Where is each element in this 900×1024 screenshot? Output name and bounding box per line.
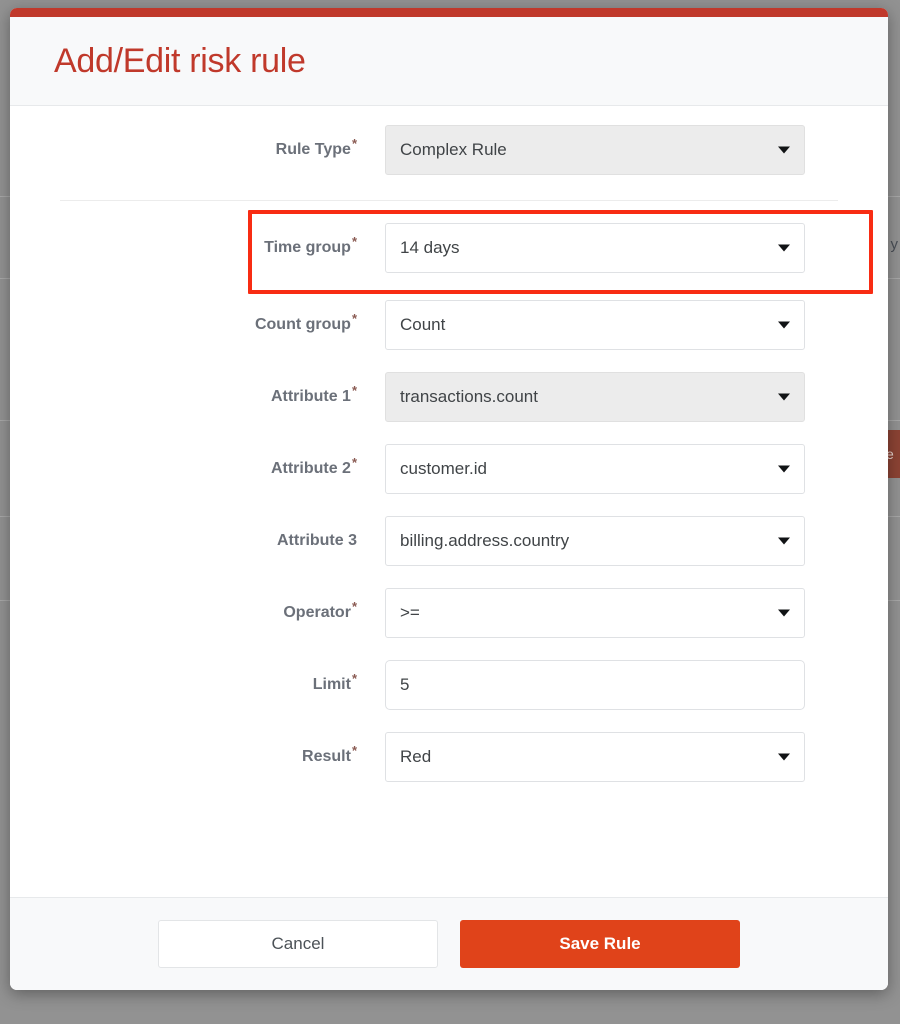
label-count-group-text: Count group [254,316,351,333]
required-marker: * [351,454,357,470]
select-attribute-1-value: transactions.count [400,387,538,406]
select-time-group[interactable]: 14 days [385,223,805,273]
limit-input[interactable]: 5 [385,660,805,710]
label-time-group: Time group* [10,235,385,257]
select-result-value: Red [400,747,432,766]
select-count-group-value: Count [400,315,446,334]
control-operator[interactable]: >= [385,588,805,638]
label-operator: Operator* [10,600,385,622]
label-attribute-1: Attribute 1* [10,384,385,406]
chevron-down-icon [778,465,790,473]
label-attribute-2-text: Attribute 2 [270,460,351,477]
form-row-attribute-3: Attribute 3 billing.address.country [10,505,888,577]
select-attribute-3[interactable]: billing.address.country [385,516,805,566]
label-time-group-text: Time group [264,239,351,256]
label-attribute-3-text: Attribute 3 [277,532,357,549]
chevron-down-icon [778,609,790,617]
chevron-down-icon [778,146,790,154]
select-count-group[interactable]: Count [385,300,805,350]
label-rule-type: Rule Type* [10,137,385,159]
control-attribute-1[interactable]: transactions.count [385,372,805,422]
select-time-group-value: 14 days [400,238,460,257]
control-result[interactable]: Red [385,732,805,782]
form-row-time-group: Time group* 14 days [10,207,888,294]
form-row-operator: Operator* >= [10,577,888,649]
required-marker: * [351,135,357,151]
chevron-down-icon [778,753,790,761]
limit-input-value: 5 [400,675,410,694]
select-attribute-1[interactable]: transactions.count [385,372,805,422]
required-marker: * [351,598,357,614]
dialog-title: Add/Edit risk rule [54,41,306,80]
label-attribute-3: Attribute 3 [10,532,385,550]
form-row-attribute-1: Attribute 1* transactions.count [10,361,888,433]
label-limit: Limit* [10,672,385,694]
form-row-rule-type: Rule Type* Complex Rule [10,106,888,194]
select-operator-value: >= [400,603,420,622]
select-rule-type[interactable]: Complex Rule [385,125,805,175]
form-row-result: Result* Red [10,721,888,793]
form-section-divider [60,200,838,201]
chevron-down-icon [778,321,790,329]
dialog-footer: Cancel Save Rule [10,897,888,990]
add-edit-risk-rule-dialog: Add/Edit risk rule Rule Type* Complex Ru… [10,8,888,990]
required-marker: * [351,382,357,398]
control-attribute-2[interactable]: customer.id [385,444,805,494]
label-rule-type-text: Rule Type [275,141,351,158]
save-rule-button[interactable]: Save Rule [460,920,740,968]
select-rule-type-value: Complex Rule [400,140,507,159]
chevron-down-icon [778,537,790,545]
select-operator[interactable]: >= [385,588,805,638]
chevron-down-icon [778,244,790,252]
label-operator-text: Operator [283,604,351,621]
required-marker: * [351,670,357,686]
form-row-count-group: Count group* Count [10,289,888,361]
dialog-accent-bar [10,8,888,17]
select-attribute-3-value: billing.address.country [400,531,570,550]
required-marker: * [351,233,357,249]
control-time-group[interactable]: 14 days [385,223,805,273]
select-attribute-2-value: customer.id [400,459,487,478]
label-attribute-2: Attribute 2* [10,456,385,478]
select-attribute-2[interactable]: customer.id [385,444,805,494]
cancel-button[interactable]: Cancel [158,920,438,968]
control-count-group[interactable]: Count [385,300,805,350]
label-attribute-1-text: Attribute 1 [270,388,351,405]
chevron-down-icon [778,393,790,401]
form-row-attribute-2: Attribute 2* customer.id [10,433,888,505]
select-result[interactable]: Red [385,732,805,782]
required-marker: * [351,310,357,326]
control-attribute-3[interactable]: billing.address.country [385,516,805,566]
label-result: Result* [10,744,385,766]
control-limit[interactable]: 5 [385,660,805,710]
label-limit-text: Limit [312,676,351,693]
form-row-limit: Limit* 5 [10,649,888,721]
label-result-text: Result [302,748,351,765]
label-count-group: Count group* [10,312,385,334]
dialog-header: Add/Edit risk rule [10,17,888,106]
required-marker: * [351,742,357,758]
risk-rule-form: Rule Type* Complex Rule Time group* 14 d… [10,106,888,897]
background-truncated-text: y [890,236,899,253]
control-rule-type[interactable]: Complex Rule [385,125,805,175]
